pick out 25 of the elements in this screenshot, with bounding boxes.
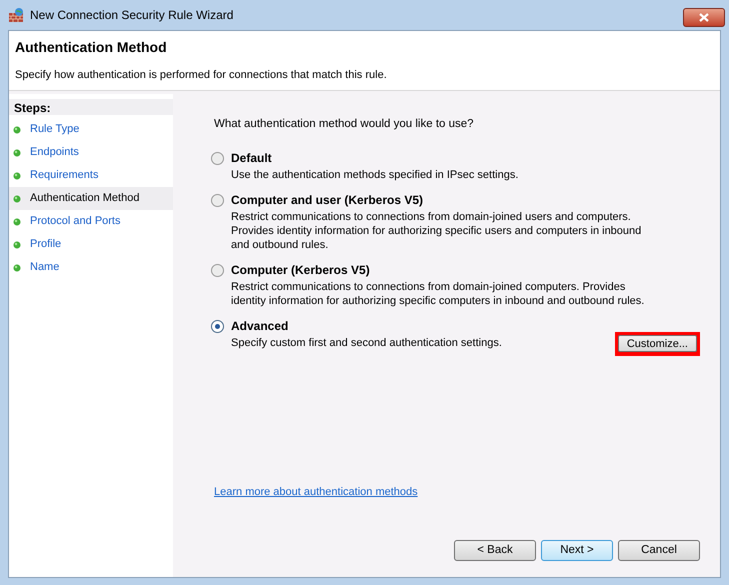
wizard-button[interactable]: Cancel	[618, 540, 700, 561]
option-description: Specify custom first and second authentication settings.	[231, 336, 503, 350]
window-title: New Connection Security Rule Wizard	[30, 7, 234, 24]
step-item[interactable]: Requirements	[9, 164, 173, 187]
question-text: What authentication method would you like to use?	[214, 117, 475, 132]
steps-heading: Steps:	[9, 99, 173, 115]
help-link[interactable]: Learn more about authentication methods	[214, 484, 700, 500]
step-item[interactable]: Authentication Method	[9, 187, 173, 210]
option-description: Restrict communications to connections from domain-joined computers. Provides identity information for authorizing specific computers in inbound and outbound rules.	[231, 280, 646, 308]
option-label: Default	[231, 150, 272, 168]
wizard-button[interactable]: Next >	[541, 540, 613, 561]
option-label: Computer and user (Kerberos V5)	[231, 192, 424, 210]
option-description: Restrict communications to connections from domain-joined users and computers. Provides identity information for authorizing specific users and computers in inbound and outbound rules.	[231, 210, 642, 252]
option-label: Advanced	[231, 318, 288, 336]
option-description: Use the authentication methods specified in IPsec settings.	[231, 168, 520, 182]
wizard-button[interactable]: < Back	[454, 540, 536, 561]
customize-button[interactable]: Customize...	[618, 335, 697, 352]
step-item[interactable]: Name	[9, 256, 173, 279]
step-item[interactable]: Protocol and Ports	[9, 210, 173, 233]
step-item[interactable]: Profile	[9, 233, 173, 256]
page-title: Authentication Method	[15, 38, 168, 57]
step-item[interactable]: Rule Type	[9, 118, 173, 141]
page-description: Specify how authentication is performed for connections that match this rule.	[15, 68, 388, 83]
option-label: Computer (Kerberos V5)	[231, 262, 370, 280]
step-item[interactable]: Endpoints	[9, 141, 173, 164]
